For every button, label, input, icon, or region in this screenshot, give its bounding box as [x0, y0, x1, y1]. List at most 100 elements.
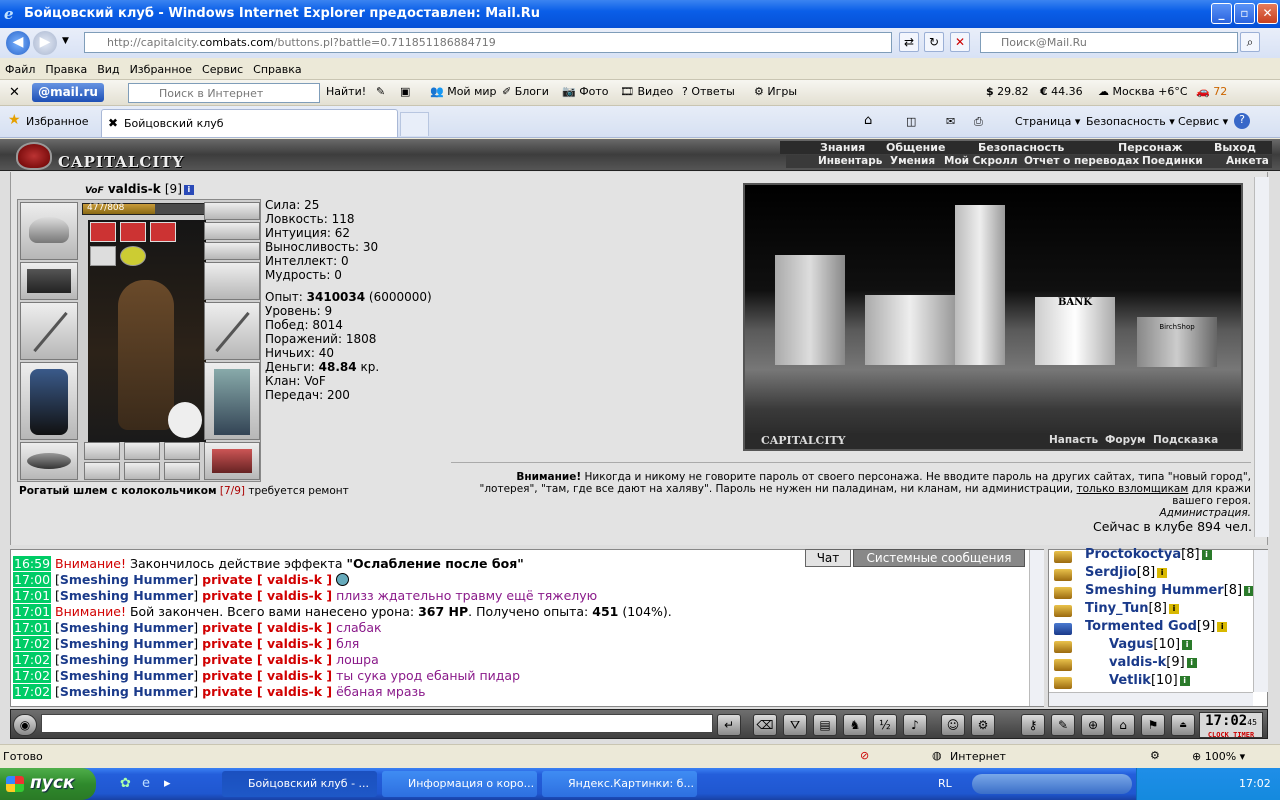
new-tab-button[interactable] [400, 112, 429, 136]
games-link[interactable]: ⚙ Игры [754, 85, 797, 98]
search-input[interactable]: Поиск@Mail.Ru [980, 32, 1238, 53]
find-button[interactable]: Найти! [326, 85, 366, 98]
compat-icon[interactable]: ⇄ [899, 32, 919, 52]
task-yandex[interactable]: Яндекс.Картинки: б... [542, 771, 697, 797]
empty-slot[interactable] [124, 442, 160, 460]
sound-icon[interactable]: ♪ [903, 714, 927, 736]
helmet-slot[interactable] [20, 202, 78, 260]
shop-building[interactable]: BirchShop [1137, 317, 1217, 367]
history-dropdown-icon[interactable]: ▼ [62, 36, 69, 46]
amulet-slot[interactable] [204, 222, 260, 240]
users-scrollbar[interactable] [1253, 550, 1268, 692]
speed-icon[interactable]: ½ [873, 714, 897, 736]
user-item[interactable]: Tormented God[9] i [1085, 619, 1228, 634]
usd-rate[interactable]: $ 29.82 [986, 85, 1029, 98]
character-name[interactable]: VoF valdis-k [9] i [85, 182, 194, 196]
myworld-link[interactable]: 👥 Мой мир [430, 85, 497, 98]
cloak-slot[interactable] [20, 362, 78, 440]
mail-search-input[interactable]: Поиск в Интернет [128, 83, 320, 103]
language-indicator[interactable]: RL [938, 777, 952, 790]
user-item[interactable]: Proctokoctya[8] i [1085, 547, 1212, 562]
effect-icon[interactable] [150, 222, 176, 242]
ie-quicklaunch-icon[interactable]: e [142, 776, 150, 791]
video-link[interactable]: 🎞 Видео [620, 85, 673, 98]
chat-scrollbar[interactable] [1029, 550, 1044, 706]
effect-icon[interactable] [120, 222, 146, 242]
city-image[interactable]: BANK BirchShop CAPITALCITY Напасть Форум… [743, 183, 1243, 451]
tray-clock[interactable]: 17:02 [1239, 777, 1271, 790]
favorites-button[interactable]: Избранное [26, 115, 88, 128]
hackers-link[interactable]: только взломщикам [1077, 483, 1189, 495]
empty-slot[interactable] [84, 462, 120, 480]
menu-social[interactable]: Общение [886, 141, 945, 154]
zoom-control[interactable]: ⊕ 100% ▾ [1192, 750, 1245, 763]
hint-link[interactable]: Подсказка [1153, 434, 1218, 446]
address-input[interactable]: http://capitalcity.combats.com/buttons.p… [84, 32, 892, 53]
send-icon[interactable]: ↵ [717, 714, 741, 736]
menu-help[interactable]: Справка [248, 58, 306, 76]
pen-icon[interactable]: ✎ [376, 85, 385, 98]
character-figure[interactable] [88, 220, 206, 442]
belt-slot[interactable] [20, 442, 78, 480]
bank-building[interactable]: BANK [1035, 297, 1115, 365]
protected-mode-icon[interactable]: ⚙ [1150, 749, 1160, 762]
exit-icon[interactable]: ⏏ [1171, 714, 1195, 736]
info-icon[interactable]: i [1168, 604, 1179, 614]
bracer-slot[interactable] [20, 262, 78, 300]
gloves-slot[interactable] [204, 262, 260, 300]
refresh-icon[interactable]: ↻ [924, 32, 944, 52]
menu-knowledge[interactable]: Знания [820, 141, 865, 154]
chat-options-icon[interactable]: ⚙ [971, 714, 995, 736]
photo-link[interactable]: 📷 Фото [562, 85, 609, 98]
chat-line[interactable]: 17:02 [Smeshing Hummer] private [ valdis… [13, 668, 520, 683]
user-item[interactable]: Serdjio[8] i [1085, 565, 1168, 580]
menu-exit[interactable]: Выход [1214, 141, 1256, 154]
user-item[interactable]: Smeshing Hummer[8] i [1085, 583, 1255, 598]
pet-icon[interactable] [168, 402, 202, 438]
sub-inventory[interactable]: Инвентарь [818, 155, 882, 167]
sub-transfers[interactable]: Отчет о переводах [1024, 155, 1139, 167]
back-button[interactable]: ◀ [6, 31, 30, 55]
chat-input[interactable] [41, 714, 713, 733]
fight-icon[interactable]: ♞ [843, 714, 867, 736]
earring-slot[interactable] [204, 202, 260, 220]
info-icon[interactable]: i [1201, 550, 1212, 560]
traffic-link[interactable]: 🚗 72 [1196, 85, 1227, 98]
map-icon[interactable]: ⊕ [1081, 714, 1105, 736]
tab-system[interactable]: Системные сообщения [853, 549, 1025, 567]
minimize-button[interactable]: _ [1211, 3, 1232, 24]
favorites-star-icon[interactable]: ★ [8, 112, 21, 128]
weapon-left-slot[interactable] [20, 302, 78, 360]
attack-link[interactable]: Напасть [1049, 434, 1098, 446]
boots-slot[interactable] [204, 442, 260, 480]
info-icon[interactable]: i [1182, 640, 1193, 650]
chat-line[interactable]: 17:01 [Smeshing Hummer] private [ valdis… [13, 620, 382, 635]
menu-favorites[interactable]: Избранное [125, 58, 197, 76]
chat-line[interactable]: 17:01 [Smeshing Hummer] private [ valdis… [13, 588, 597, 603]
menu-file[interactable]: Файл [0, 58, 40, 76]
blogs-link[interactable]: ✐ Блоги [502, 85, 549, 98]
safety-menu[interactable]: Безопасность ▾ [1086, 115, 1175, 128]
mailru-logo[interactable]: @mail.ru [32, 83, 104, 102]
users-hscrollbar[interactable] [1049, 692, 1253, 706]
user-item[interactable]: Vagus[10] i [1109, 637, 1193, 652]
potion-slot[interactable] [84, 442, 120, 460]
popup-blocker-icon[interactable]: ⊘ [860, 749, 869, 762]
chat-line[interactable]: 17:02 [Smeshing Hummer] private [ valdis… [13, 684, 426, 699]
empty-slot[interactable] [124, 462, 160, 480]
tab-chat[interactable]: Чат [805, 549, 851, 567]
effect-icon[interactable] [90, 246, 116, 266]
flag-icon[interactable]: ⚑ [1141, 714, 1165, 736]
sub-skills[interactable]: Умения [890, 155, 935, 167]
sub-profile[interactable]: Анкета [1226, 155, 1269, 167]
empty-slot[interactable] [164, 442, 200, 460]
chat-mode-icon[interactable]: ◉ [13, 714, 37, 736]
chat-line[interactable]: 17:02 [Smeshing Hummer] private [ valdis… [13, 636, 359, 651]
info-icon[interactable]: i [1186, 658, 1197, 668]
rings-slot[interactable] [204, 242, 260, 260]
help-icon[interactable]: ? [1234, 113, 1250, 129]
eur-rate[interactable]: € 44.36 [1040, 85, 1083, 98]
panel-scrollbar[interactable] [1254, 177, 1269, 537]
home-icon[interactable]: ⌂ [864, 113, 872, 128]
effect-icon[interactable] [120, 246, 146, 266]
